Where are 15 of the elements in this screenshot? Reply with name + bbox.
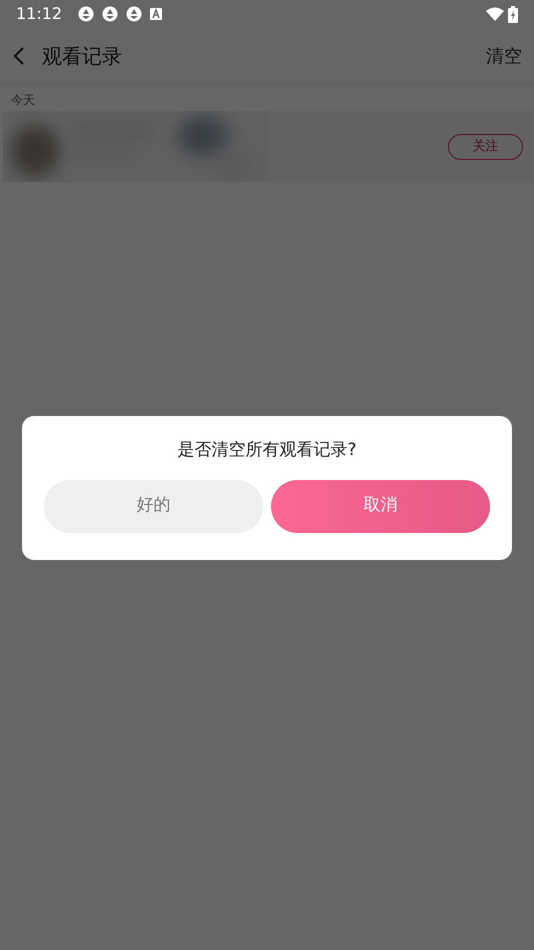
notification-icon	[150, 8, 162, 20]
notification-icon	[78, 6, 94, 22]
page-title: 观看记录	[42, 43, 122, 70]
wifi-icon	[486, 7, 504, 21]
battery-icon	[508, 6, 518, 22]
follow-button[interactable]: 关注	[448, 134, 523, 160]
clear-button[interactable]: 清空	[486, 42, 522, 70]
confirm-button[interactable]: 好的	[44, 480, 263, 532]
cancel-button[interactable]: 取消	[271, 480, 490, 532]
notification-icon	[102, 6, 118, 22]
status-time: 11:12	[16, 3, 62, 25]
back-icon[interactable]	[12, 46, 26, 66]
notification-icon	[126, 6, 142, 22]
dialog-message: 是否清空所有观看记录?	[176, 439, 358, 462]
section-label: 今天	[10, 92, 36, 109]
